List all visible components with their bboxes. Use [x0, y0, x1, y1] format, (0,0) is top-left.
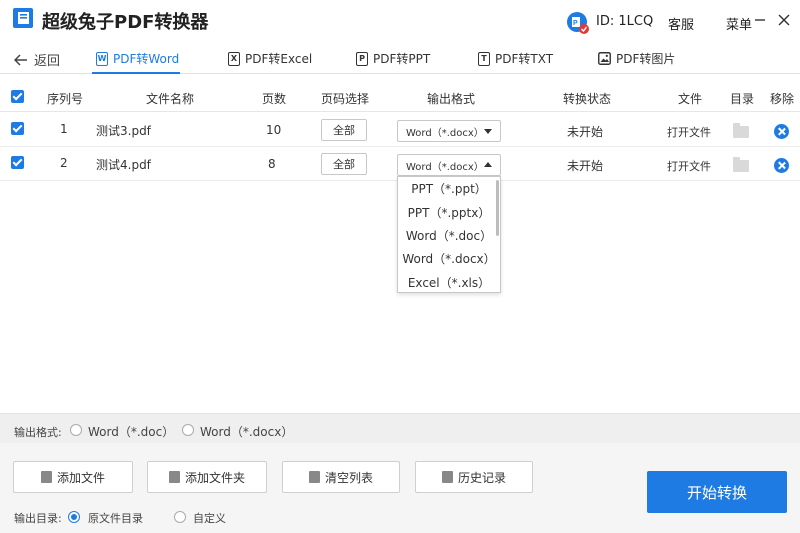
txt-doc-icon: T: [478, 51, 490, 66]
page-select-button[interactable]: 全部: [321, 119, 367, 141]
tab-pdf-to-image[interactable]: PDF转图片: [598, 50, 675, 67]
row-pages: 10: [266, 123, 282, 137]
row-filename: 测试4.pdf: [96, 158, 151, 172]
dropdown-option[interactable]: PPT（*.pptx）: [398, 200, 500, 223]
format-radio-docx[interactable]: [182, 424, 194, 436]
row-checkbox[interactable]: [11, 122, 24, 135]
back-button[interactable]: 返回: [14, 50, 60, 69]
dropdown-scrollbar[interactable]: [496, 180, 499, 236]
add-file-button[interactable]: 添加文件: [13, 461, 133, 493]
row-index: 2: [60, 156, 68, 170]
tab-label: PDF转TXT: [495, 52, 554, 66]
app-logo-icon: [13, 8, 33, 28]
svg-text:P: P: [573, 20, 578, 27]
format-select-value: Word（*.docx）: [406, 127, 484, 139]
add-file-icon: [40, 471, 52, 483]
page-select-button[interactable]: 全部: [321, 153, 367, 175]
output-dir-radio-custom[interactable]: [174, 511, 186, 523]
dropdown-option[interactable]: PPT（*.ppt）: [398, 177, 500, 200]
minimize-icon[interactable]: [752, 12, 768, 28]
output-dir-custom-label[interactable]: 自定义: [193, 510, 226, 526]
format-select-value: Word（*.docx）: [406, 161, 484, 173]
remove-row-icon[interactable]: [774, 158, 789, 173]
row-checkbox[interactable]: [11, 156, 24, 169]
format-select[interactable]: Word（*.docx）: [397, 120, 501, 142]
header-page-select: 页码选择: [321, 92, 370, 106]
chevron-up-icon: [484, 162, 492, 167]
close-window-icon[interactable]: [776, 12, 792, 28]
output-format-label: 输出格式:: [14, 426, 62, 439]
header-output-format: 输出格式: [427, 92, 476, 106]
header-remove: 移除: [770, 92, 795, 106]
trash-icon: [308, 471, 320, 483]
output-dir-radio-original[interactable]: [68, 511, 80, 523]
tab-label: PDF转Excel: [245, 52, 313, 66]
image-icon: [598, 52, 611, 65]
title-bar: 超级兔子PDF转换器 P ID: 1LCQ 客服 菜单: [0, 0, 800, 40]
clear-list-label: 清空列表: [324, 470, 373, 485]
header-file: 文件: [678, 92, 703, 106]
header-index: 序列号: [47, 92, 84, 106]
active-tab-indicator: [92, 72, 180, 74]
dropdown-option[interactable]: Word（*.docx）: [398, 247, 500, 270]
history-button[interactable]: 历史记录: [415, 461, 533, 493]
add-folder-label: 添加文件夹: [184, 470, 245, 485]
dropdown-option[interactable]: Excel（*.xls）: [398, 271, 500, 292]
user-id-label[interactable]: ID: 1LCQ: [596, 14, 653, 29]
format-select-open[interactable]: Word（*.docx）: [397, 154, 501, 176]
tab-pdf-to-txt[interactable]: T PDF转TXT: [478, 50, 553, 67]
add-folder-icon: [168, 471, 180, 483]
excel-doc-icon: X: [228, 51, 240, 66]
word-doc-icon: W: [96, 51, 108, 66]
format-radio-docx-label[interactable]: Word（*.docx）: [200, 423, 293, 440]
format-radio-doc-label[interactable]: Word（*.doc）: [88, 423, 174, 440]
add-file-label: 添加文件: [56, 470, 105, 485]
back-label: 返回: [34, 54, 61, 69]
remove-row-icon[interactable]: [774, 124, 789, 139]
select-all-checkbox[interactable]: [11, 90, 24, 103]
dropdown-option[interactable]: Word（*.doc）: [398, 224, 500, 247]
table-header: 序列号 文件名称 页数 页码选择 输出格式 转换状态 文件 目录 移除: [0, 84, 800, 112]
header-directory: 目录: [730, 92, 755, 106]
customer-service-link[interactable]: 客服: [668, 14, 694, 33]
folder-icon[interactable]: [733, 157, 749, 172]
start-conversion-button[interactable]: 开始转换: [647, 471, 787, 513]
format-radio-doc[interactable]: [70, 424, 82, 436]
menu-link[interactable]: 菜单: [726, 14, 752, 33]
add-folder-button[interactable]: 添加文件夹: [147, 461, 267, 493]
history-label: 历史记录: [457, 470, 506, 485]
user-avatar-icon[interactable]: P: [566, 11, 590, 35]
output-dir-label: 输出目录:: [14, 512, 62, 525]
format-dropdown-list: PPT（*.ppt） PPT（*.pptx） Word（*.doc） Word（…: [397, 176, 501, 293]
open-file-link[interactable]: 打开文件: [667, 124, 711, 140]
open-file-link[interactable]: 打开文件: [667, 158, 711, 174]
chevron-down-icon: [484, 129, 492, 134]
tab-bar: 返回 W PDF转Word X PDF转Excel P PDF转PPT T PD…: [0, 44, 800, 74]
row-filename: 测试3.pdf: [96, 124, 151, 138]
tab-pdf-to-ppt[interactable]: P PDF转PPT: [356, 50, 430, 67]
row-pages: 8: [268, 157, 276, 171]
tab-pdf-to-excel[interactable]: X PDF转Excel: [228, 50, 312, 67]
header-filename: 文件名称: [146, 92, 195, 106]
tab-pdf-to-word[interactable]: W PDF转Word: [96, 50, 179, 67]
app-title: 超级兔子PDF转换器: [42, 12, 209, 33]
row-status: 未开始: [567, 125, 604, 139]
output-format-bar: 输出格式: Word（*.doc） Word（*.docx）: [0, 413, 800, 443]
folder-icon[interactable]: [733, 123, 749, 138]
header-status: 转换状态: [563, 92, 612, 106]
clear-list-button[interactable]: 清空列表: [282, 461, 400, 493]
history-icon: [441, 471, 453, 483]
output-dir-original-label[interactable]: 原文件目录: [88, 510, 143, 526]
table-row: 1 测试3.pdf 10 全部 Word（*.docx） 未开始 打开文件: [0, 113, 800, 147]
row-index: 1: [60, 122, 68, 136]
tab-label: PDF转Word: [113, 52, 180, 66]
header-pages: 页数: [262, 92, 287, 106]
ppt-doc-icon: P: [356, 51, 368, 66]
tab-label: PDF转PPT: [373, 52, 431, 66]
tab-label: PDF转图片: [616, 52, 676, 66]
arrow-left-icon: [14, 53, 27, 66]
row-status: 未开始: [567, 159, 604, 173]
